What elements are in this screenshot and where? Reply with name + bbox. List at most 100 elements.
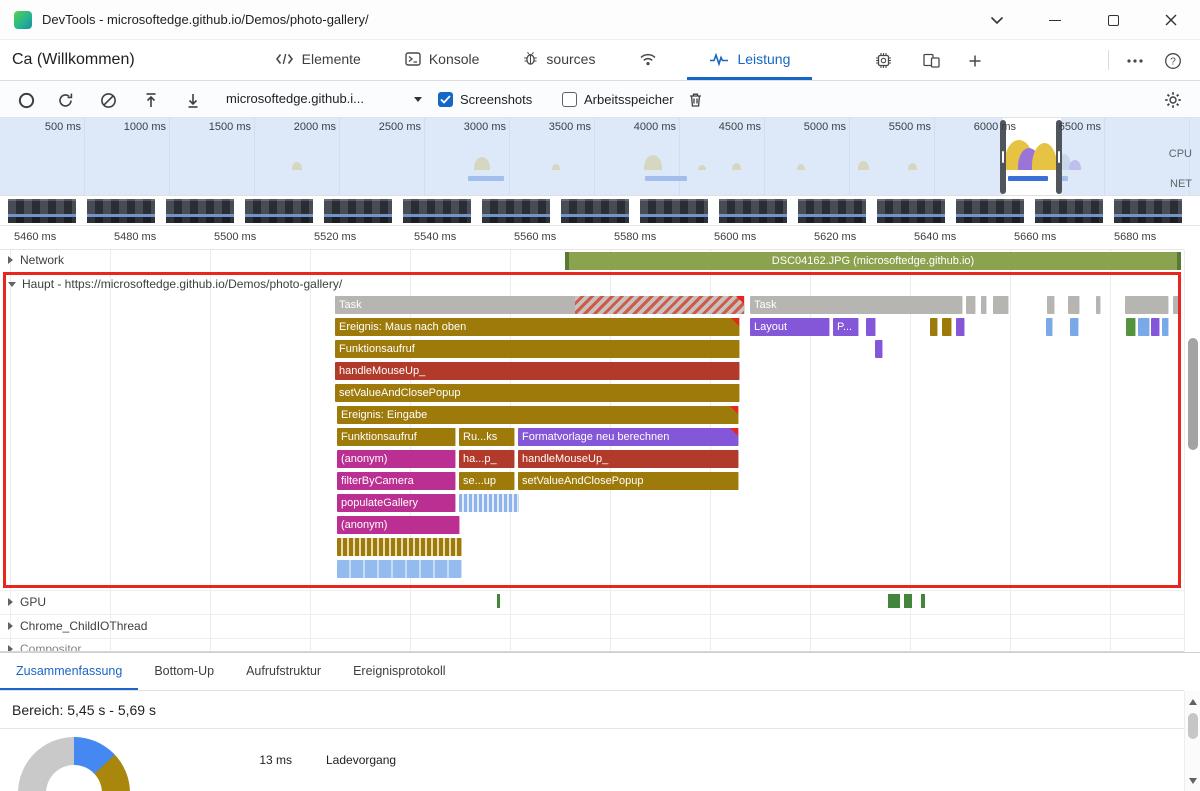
trash-icon[interactable] <box>682 87 708 113</box>
flame-bar[interactable] <box>1138 318 1150 336</box>
flame-bar-funktionsaufruf[interactable]: Funktionsaufruf <box>337 428 456 446</box>
flame-scrollbar-thumb[interactable] <box>1188 338 1198 450</box>
thread-event[interactable] <box>904 594 912 608</box>
tab-network-conditions[interactable] <box>617 40 687 80</box>
flame-bar[interactable] <box>993 296 1009 314</box>
track-network[interactable]: Network <box>8 253 64 267</box>
bottom-scrollbar[interactable] <box>1184 691 1200 791</box>
flame-bar-task[interactable]: Task <box>335 296 745 314</box>
filmstrip-thumbnail[interactable] <box>324 199 392 223</box>
tab-leistung[interactable]: Leistung <box>687 40 812 80</box>
flame-bar[interactable] <box>966 296 976 314</box>
save-profile-icon[interactable] <box>180 87 206 113</box>
load-profile-icon[interactable] <box>138 87 164 113</box>
filmstrip-thumbnail[interactable] <box>245 199 313 223</box>
flame-bar[interactable] <box>956 318 965 336</box>
flame-bar[interactable] <box>942 318 952 336</box>
memory-checkbox[interactable] <box>562 92 577 107</box>
tab-elemente[interactable]: Elemente <box>253 40 383 80</box>
bottom-tab-aufrufstruktur[interactable]: Aufrufstruktur <box>230 653 337 690</box>
track-gpu[interactable]: GPU <box>0 590 1184 614</box>
timeline-overview[interactable]: 500 ms1000 ms1500 ms2000 ms2500 ms3000 m… <box>0 118 1200 196</box>
scroll-up-icon[interactable] <box>1189 699 1197 705</box>
flame-bar[interactable] <box>1070 318 1079 336</box>
flame-bar[interactable] <box>1162 318 1169 336</box>
flame-bar[interactable] <box>1068 296 1080 314</box>
flame-bar[interactable] <box>1047 296 1055 314</box>
flame-bar[interactable] <box>1173 296 1180 314</box>
flame-bar-layout[interactable]: Layout <box>750 318 830 336</box>
flame-bar[interactable] <box>459 494 519 512</box>
track-main[interactable]: Haupt - https://microsoftedge.github.io/… <box>8 277 342 291</box>
flame-bar-task[interactable]: Task <box>750 296 963 314</box>
tab-sources[interactable]: sources <box>501 40 617 80</box>
flame-bar[interactable] <box>1096 296 1101 314</box>
record-button[interactable] <box>13 87 39 113</box>
filmstrip-thumbnail[interactable] <box>719 199 787 223</box>
filmstrip-thumbnail[interactable] <box>482 199 550 223</box>
flame-bar-filterbycamera[interactable]: filterByCamera <box>337 472 456 490</box>
flame-bar[interactable] <box>930 318 938 336</box>
memory-label[interactable]: Arbeitsspeicher <box>584 92 674 107</box>
flame-bar-handlemouseup[interactable]: handleMouseUp_ <box>335 362 740 380</box>
track-chrome-childiothread[interactable]: Chrome_ChildIOThread <box>0 614 1184 638</box>
flame-bar-funktionsaufruf[interactable]: Funktionsaufruf <box>335 340 740 358</box>
flame-bar[interactable] <box>1046 318 1053 336</box>
clear-button[interactable] <box>95 87 121 113</box>
minimize-button[interactable] <box>1026 0 1084 40</box>
window-chevron-down-icon[interactable] <box>968 0 1026 40</box>
flame-bar[interactable] <box>866 318 876 336</box>
reload-record-button[interactable] <box>52 87 78 113</box>
filmstrip-thumbnail[interactable] <box>8 199 76 223</box>
flame-scrollbar[interactable] <box>1184 250 1200 652</box>
thread-event[interactable] <box>921 594 925 608</box>
filmstrip-thumbnail[interactable] <box>166 199 234 223</box>
more-options-icon[interactable] <box>1120 40 1150 81</box>
thread-event[interactable] <box>497 594 500 608</box>
flame-bar[interactable] <box>337 538 462 556</box>
scroll-down-icon[interactable] <box>1189 778 1197 784</box>
bottom-tab-ereignisprotokoll[interactable]: Ereignisprotokoll <box>337 653 461 690</box>
page-selector[interactable]: microsoftedge.github.i... <box>226 91 364 106</box>
flame-bar[interactable] <box>1126 318 1136 336</box>
flame-bar-ereignis-eingabe[interactable]: Ereignis: Eingabe <box>337 406 739 424</box>
bottom-tab-zusammenfassung[interactable]: Zusammenfassung <box>0 653 138 690</box>
flame-bar-ereignis-maus-nach-oben[interactable]: Ereignis: Maus nach oben <box>335 318 740 336</box>
thread-event[interactable] <box>888 594 900 608</box>
flame-bar-anonym[interactable]: (anonym) <box>337 450 456 468</box>
screenshots-label[interactable]: Screenshots <box>460 92 532 107</box>
filmstrip-thumbnail[interactable] <box>1035 199 1103 223</box>
collapse-triangle-icon[interactable] <box>8 256 13 264</box>
bottom-scrollbar-thumb[interactable] <box>1188 713 1198 739</box>
network-request-bar[interactable]: DSC04162.JPG (microsoftedge.github.io) <box>565 252 1181 270</box>
track-compositor[interactable]: Compositor <box>0 638 1184 652</box>
filmstrip-thumbnail[interactable] <box>403 199 471 223</box>
flame-bar[interactable] <box>1125 296 1169 314</box>
flame-bar-populategallery[interactable]: populateGallery <box>337 494 456 512</box>
flame-bar[interactable] <box>981 296 987 314</box>
page-selector-caret-icon[interactable] <box>414 97 422 102</box>
flame-bar-formatvorlage-neu-berechnen[interactable]: Formatvorlage neu berechnen <box>518 428 739 446</box>
bottom-tab-bottom-up[interactable]: Bottom-Up <box>138 653 230 690</box>
flame-bar-anonym[interactable]: (anonym) <box>337 516 460 534</box>
experiments-chip-icon[interactable] <box>868 40 898 81</box>
flame-bar-se-up[interactable]: se...up <box>459 472 515 490</box>
flame-bar[interactable] <box>1151 318 1160 336</box>
flame-bar-handlemouseup[interactable]: handleMouseUp_ <box>518 450 739 468</box>
screenshots-checkbox[interactable] <box>438 92 453 107</box>
flame-bar-p[interactable]: P... <box>833 318 859 336</box>
tab-konsole[interactable]: Konsole <box>383 40 502 80</box>
flame-bar-ru-ks[interactable]: Ru...ks <box>459 428 515 446</box>
help-icon[interactable]: ? <box>1158 40 1188 81</box>
filmstrip-thumbnail[interactable] <box>561 199 629 223</box>
filmstrip-thumbnail[interactable] <box>87 199 155 223</box>
close-button[interactable] <box>1142 0 1200 40</box>
filmstrip-thumbnail[interactable] <box>640 199 708 223</box>
flame-bar-setvalueandclosepopup[interactable]: setValueAndClosePopup <box>335 384 740 402</box>
filmstrip-thumbnail[interactable] <box>798 199 866 223</box>
device-toolbar-icon[interactable] <box>916 40 946 81</box>
maximize-button[interactable] <box>1084 0 1142 40</box>
flame-bar-setvalueandclosepopup[interactable]: setValueAndClosePopup <box>518 472 739 490</box>
flame-bar[interactable] <box>875 340 883 358</box>
filmstrip-thumbnail[interactable] <box>1114 199 1182 223</box>
